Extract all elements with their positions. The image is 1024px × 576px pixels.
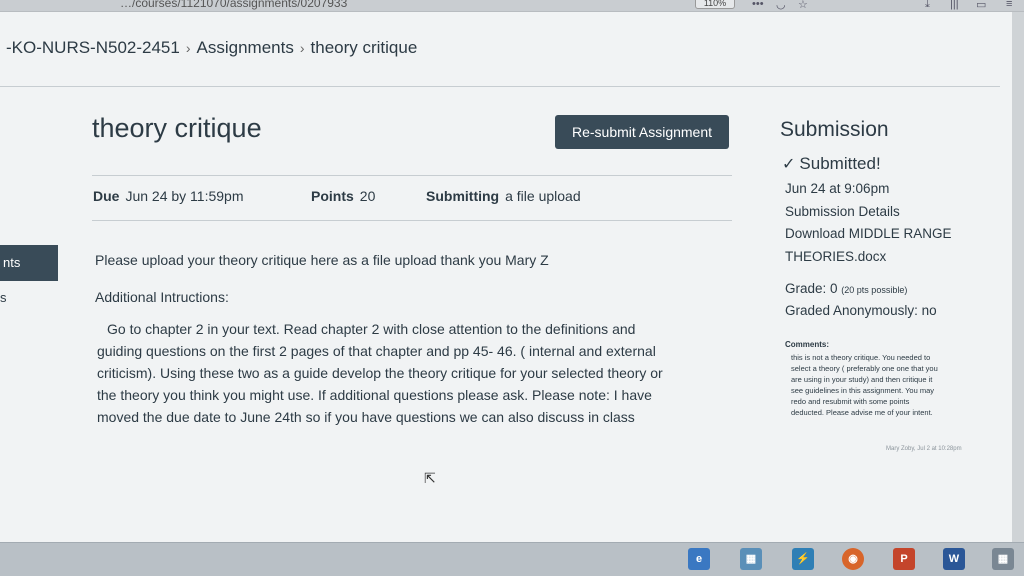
page-content [0, 12, 1012, 542]
submission-heading: Submission [780, 118, 889, 141]
menu-icon[interactable]: ≡ [1006, 0, 1012, 10]
course-nav-item-assignments[interactable]: nts [0, 245, 58, 281]
download-file-link-text[interactable]: Download MIDDLE RANGE [785, 226, 952, 241]
points-label: Points [311, 188, 354, 204]
divider [92, 175, 732, 176]
taskbar: e ▦ ⚡ ◉ P W ▦ [0, 542, 1024, 576]
course-nav-item[interactable]: s [0, 290, 7, 305]
comment-line: are using in your study) and then critiq… [791, 375, 933, 384]
submission-details-link-text[interactable]: Submission Details [785, 204, 900, 219]
submitted-timestamp: Jun 24 at 9:06pm [785, 181, 890, 196]
submitting-label: Submitting [426, 188, 500, 204]
comments-heading: Comments: [785, 340, 830, 349]
store-icon[interactable]: ▦ [740, 548, 762, 570]
instructions-line: moved the due date to June 24th so if yo… [97, 409, 635, 425]
points: Points 20 [311, 188, 375, 204]
grade: Grade: 0 (20 pts possible) [785, 281, 907, 296]
page-title: theory critique [92, 113, 262, 143]
grade-label: Grade: 0 [785, 281, 838, 296]
download-icon[interactable]: ⤓ [925, 0, 930, 11]
grade-possible: (20 pts possible) [841, 285, 908, 295]
submission-type: Submitting a file upload [426, 188, 581, 204]
instructions-line: criticism). Using these two as a guide d… [97, 365, 663, 381]
scrollbar-area[interactable] [1012, 12, 1024, 542]
star-icon[interactable]: ☆ [798, 0, 808, 11]
shield-icon[interactable]: ⚡ [792, 548, 814, 570]
word-icon[interactable]: W [943, 548, 965, 570]
instructions-line: the theory you think you might use. If a… [97, 387, 652, 403]
sidebar-icon[interactable]: ▭ [976, 0, 986, 11]
powerpoint-icon[interactable]: P [893, 548, 915, 570]
divider [0, 86, 1000, 87]
resubmit-assignment-button[interactable]: Re-submit Assignment [555, 115, 729, 149]
submitting-value: a file upload [505, 188, 581, 204]
mouse-cursor-icon: ⇱ [424, 470, 436, 486]
chevron-right-icon: › [299, 40, 305, 56]
download-file-link[interactable]: Download MIDDLE RANGE [785, 226, 952, 241]
submitted-status: ✓ Submitted! [782, 154, 881, 174]
firefox-icon[interactable]: ◉ [842, 548, 864, 570]
chevron-right-icon: › [185, 40, 191, 56]
ie-icon[interactable]: e [688, 548, 710, 570]
more-icon[interactable]: ••• [752, 0, 764, 10]
breadcrumb-assignments[interactable]: Assignments [197, 38, 294, 57]
comment-line: select a theory ( preferably one one tha… [791, 364, 938, 373]
submission-details-link[interactable]: Submission Details [785, 204, 900, 219]
instructions-line: guiding questions on the first 2 pages o… [97, 343, 656, 359]
graded-anonymously: Graded Anonymously: no [785, 303, 937, 318]
submitted-label: Submitted! [799, 154, 881, 173]
apps-icon[interactable]: ▦ [992, 548, 1014, 570]
teacher-comment: this is not a theory critique. You neede… [791, 352, 991, 418]
points-value: 20 [359, 188, 376, 204]
pocket-icon[interactable]: ◡ [776, 0, 786, 11]
comment-line: deducted. Please advise me of your inten… [791, 408, 933, 417]
comment-line: redo and resubmit with some points [791, 397, 910, 406]
comment-line: see guidelines in this assignment. You m… [791, 386, 935, 395]
zoom-indicator[interactable]: 110% [695, 0, 735, 9]
instructions-paragraph: Go to chapter 2 in your text. Read chapt… [97, 318, 732, 428]
breadcrumb: -KO-NURS-N502-2451 › Assignments › theory cr… [6, 38, 417, 58]
due-label: Due [93, 188, 120, 204]
comment-author-date: Mary Zoby, Jul 2 at 10:28pm [886, 446, 962, 452]
divider [92, 220, 732, 221]
instructions-line: Go to chapter 2 in your text. Read chapt… [107, 321, 636, 337]
assignment-description: Please upload your theory critique here … [95, 252, 549, 268]
browser-toolbar: …/courses/1121070/assignments/0207933 11… [0, 0, 1024, 12]
library-icon[interactable]: ||| [950, 0, 959, 10]
address-bar[interactable]: …/courses/1121070/assignments/0207933 [120, 0, 347, 10]
due-value: Jun 24 by 11:59pm [125, 188, 244, 204]
breadcrumb-course[interactable]: -KO-NURS-N502-2451 [6, 38, 180, 57]
checkmark-icon: ✓ [782, 156, 796, 173]
breadcrumb-current: theory critique [310, 38, 418, 57]
due-date: Due Jun 24 by 11:59pm [93, 188, 244, 204]
download-file-name[interactable]: THEORIES.docx [785, 249, 886, 264]
comment-line: this is not a theory critique. You neede… [791, 353, 931, 362]
additional-instructions-heading: Additional Intructions: [95, 289, 229, 305]
